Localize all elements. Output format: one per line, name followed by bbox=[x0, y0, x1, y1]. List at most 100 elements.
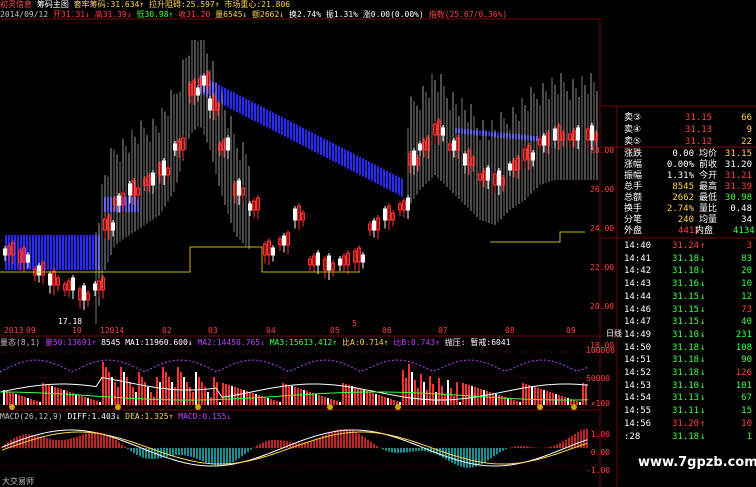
tick-row[interactable]: 14:42 31.18 ↓ 20 bbox=[600, 265, 756, 277]
time-tick: 04 bbox=[266, 326, 276, 335]
ask-row[interactable]: 卖④ 31.13 9 bbox=[600, 125, 756, 137]
candle-body bbox=[452, 140, 456, 151]
tick-time: 14:46 bbox=[624, 304, 652, 315]
tick-volume: 20 bbox=[741, 266, 752, 277]
tick-row[interactable]: 14:51 31.18 ↓ 90 bbox=[600, 354, 756, 366]
stat-row: 总手 8545 最高 31.39 bbox=[600, 182, 756, 194]
candle-body bbox=[173, 143, 177, 151]
stat-label: 均价 bbox=[699, 149, 718, 159]
tick-row[interactable]: 14:44 31.15 ↓ 12 bbox=[600, 291, 756, 303]
stat-label: 分笔 bbox=[624, 215, 643, 225]
header-item: 市场重心:21.806 bbox=[224, 0, 291, 9]
support-line bbox=[490, 231, 585, 243]
volume-legend-item: MA1:11960.600↓ bbox=[125, 338, 193, 347]
candle-body bbox=[531, 152, 535, 161]
tick-time: 14:40 bbox=[624, 241, 652, 251]
tick-volume: 90 bbox=[741, 355, 752, 366]
tick-row[interactable]: 14:47 31.15 ↓ 40 bbox=[600, 316, 756, 328]
tick-volume: 73 bbox=[741, 304, 752, 315]
ask-row[interactable]: 卖⑤ 31.12 22 bbox=[600, 137, 756, 149]
tick-price: 31.15 bbox=[672, 317, 700, 328]
candle-body bbox=[372, 220, 376, 231]
candle-body bbox=[327, 255, 331, 271]
candle-body bbox=[26, 254, 30, 263]
volume-legend-item: 8545 bbox=[101, 338, 121, 347]
tick-row[interactable]: 14:49 31.10 ↓ 231 bbox=[600, 329, 756, 341]
volume-signal bbox=[395, 404, 401, 410]
volume-legend-item: 比A:0.714↑ bbox=[342, 338, 389, 347]
stat-value: 31.21 bbox=[724, 171, 752, 181]
macd-legend-item: MACD(26,12,9) bbox=[0, 412, 63, 421]
candle-body bbox=[271, 247, 275, 256]
tick-time: 14:49 bbox=[624, 329, 652, 340]
tick-row[interactable]: :28 31.18 ↓ 1 bbox=[600, 431, 756, 443]
ohlc-item: 换2.74% bbox=[288, 10, 322, 19]
time-tick: 12014 bbox=[100, 326, 125, 335]
event-marker: 5 bbox=[352, 319, 357, 328]
volume-legend-item: 量态(8,1) bbox=[0, 338, 41, 347]
tick-row[interactable]: 14:55 31.11 ↓ 15 bbox=[600, 405, 756, 417]
candle-body bbox=[111, 222, 115, 231]
tick-price: 31.15 bbox=[672, 291, 700, 302]
tick-row[interactable]: 14:40 31.24 ↑ 3 bbox=[600, 240, 756, 252]
tick-price: 31.13 bbox=[672, 393, 700, 404]
tick-arrow: ↓ bbox=[700, 368, 706, 378]
ohlc-item: 额2662↓ bbox=[252, 10, 285, 19]
macd-legend-item: DEA:1.325↑ bbox=[125, 412, 174, 421]
stat-value: 0.48 bbox=[730, 204, 752, 214]
candle-body bbox=[93, 283, 97, 291]
tick-row[interactable]: 14:56 31.20 ↑ 10 bbox=[600, 418, 756, 430]
tick-row[interactable]: 14:43 31.16 ↓ 10 bbox=[600, 278, 756, 290]
tick-arrow: ↓ bbox=[700, 393, 706, 404]
volume-legend: 量态(8,1) 量50:13691↑ 8545 MA1:11960.600↓ M… bbox=[0, 338, 600, 347]
ohlc-item: 2014/09/12 bbox=[0, 10, 49, 19]
tick-arrow: ↓ bbox=[700, 291, 706, 302]
tick-row[interactable]: 14:53 31.10 ↓ 101 bbox=[600, 380, 756, 392]
tick-row[interactable]: 14:41 31.18 ↓ 83 bbox=[600, 253, 756, 265]
candle-body bbox=[196, 87, 200, 96]
candle-body bbox=[463, 153, 467, 166]
candle-body bbox=[48, 273, 52, 286]
ohlc-item: 低30.98↑ bbox=[136, 10, 174, 19]
tick-row[interactable]: 14:54 31.13 ↓ 67 bbox=[600, 392, 756, 404]
time-tick: 05 bbox=[330, 326, 340, 335]
tick-row[interactable]: 14:46 31.15 ↓ 73 bbox=[600, 304, 756, 316]
header-item: 套牢筹码:31.634↑ bbox=[73, 0, 145, 9]
tick-row[interactable]: 14:52 31.18 ↓ 126 bbox=[600, 367, 756, 379]
tick-price: 31.18 bbox=[672, 431, 700, 442]
time-tick: 07 bbox=[438, 326, 448, 335]
tick-time: 14:44 bbox=[624, 291, 652, 302]
ohlc-item: 收31.20 bbox=[178, 10, 211, 19]
candle-body bbox=[208, 98, 212, 111]
ask-row[interactable]: 卖③ 31.15 66 bbox=[600, 113, 756, 125]
tick-arrow: ↓ bbox=[700, 431, 706, 442]
tick-price: 31.11 bbox=[672, 406, 700, 417]
header-item: 筹码主图 bbox=[36, 0, 69, 9]
candle-body bbox=[553, 128, 557, 141]
ask-volume: 9 bbox=[746, 125, 752, 135]
stat-value: 0.00 bbox=[672, 149, 694, 159]
time-tick: 08 bbox=[505, 326, 515, 335]
candle-body bbox=[282, 235, 286, 246]
stat-value: 31.20 bbox=[724, 160, 752, 170]
tick-row[interactable]: 14:50 31.18 ↓ 108 bbox=[600, 342, 756, 354]
tick-volume: 10 bbox=[741, 418, 752, 429]
stat-row: 分笔 240 均量 34 bbox=[600, 215, 756, 227]
tick-volume: 67 bbox=[741, 393, 752, 404]
tick-price: 31.10 bbox=[672, 380, 700, 391]
candle-body bbox=[412, 150, 416, 166]
tick-time: 14:50 bbox=[624, 342, 652, 353]
volume-legend-item: 量50:13691↑ bbox=[44, 338, 97, 347]
stat-value: 2662 bbox=[672, 193, 694, 203]
tick-price: 31.18 bbox=[672, 368, 700, 378]
ask-price: 31.12 bbox=[685, 137, 713, 147]
tick-volume: 15 bbox=[741, 406, 752, 417]
volume-legend-item: 比B:0.743↑ bbox=[393, 338, 440, 347]
time-tick: 09 bbox=[26, 326, 36, 335]
stat-row: 振幅 1.31% 今开 31.21 bbox=[600, 171, 756, 183]
tick-time: 14:41 bbox=[624, 253, 652, 264]
volume-signal bbox=[9, 404, 15, 410]
candle-body bbox=[151, 172, 155, 186]
tick-arrow: ↑ bbox=[700, 418, 706, 429]
volume-signal bbox=[327, 404, 333, 410]
